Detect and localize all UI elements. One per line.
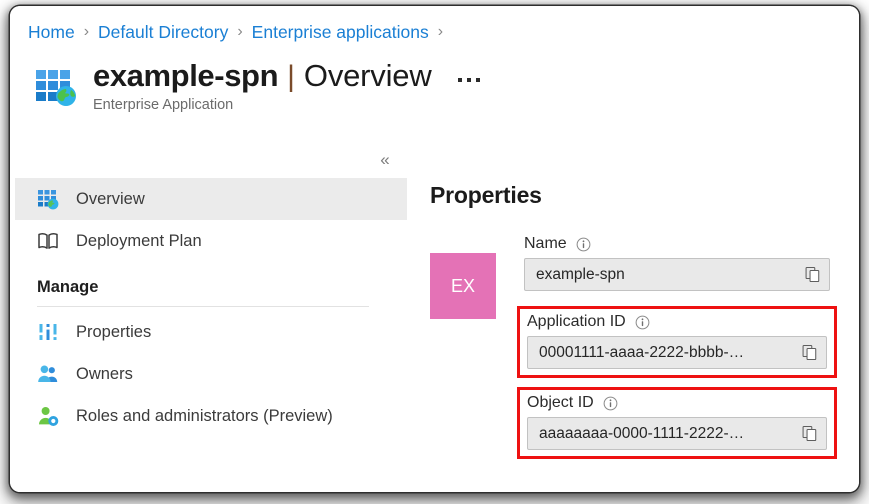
avatar: EX bbox=[430, 253, 496, 319]
application-id-input[interactable]: 00001111-aaaa-2222-bbbb-… bbox=[527, 336, 827, 369]
breadcrumb-separator: › bbox=[83, 23, 90, 40]
breadcrumb-item-home[interactable]: Home bbox=[28, 22, 75, 43]
sidebar-item-properties[interactable]: Properties bbox=[15, 311, 407, 353]
sidebar-item-label: Properties bbox=[76, 322, 152, 341]
info-icon[interactable] bbox=[635, 315, 650, 330]
breadcrumb: Home › Default Directory › Enterprise ap… bbox=[28, 18, 452, 46]
properties-fields: Name example-spn Application ID 00001111… bbox=[517, 231, 837, 468]
properties-panel: Properties EX Name example-spn Applicati… bbox=[430, 182, 850, 468]
sidebar-divider bbox=[37, 306, 369, 307]
breadcrumb-item-default-directory[interactable]: Default Directory bbox=[98, 22, 228, 43]
breadcrumb-separator: › bbox=[437, 23, 444, 40]
screenshot-root: Home › Default Directory › Enterprise ap… bbox=[0, 0, 869, 504]
application-id-value: 00001111-aaaa-2222-bbbb-… bbox=[539, 343, 745, 361]
enterprise-application-icon bbox=[36, 70, 76, 106]
book-icon bbox=[38, 233, 58, 249]
page-title-section: Overview bbox=[303, 58, 432, 93]
window-frame: Home › Default Directory › Enterprise ap… bbox=[10, 6, 859, 492]
sidebar-item-deployment-plan[interactable]: Deployment Plan bbox=[15, 220, 407, 262]
breadcrumb-separator: › bbox=[237, 23, 243, 40]
field-object-id: Object ID aaaaaaaa-0000-1111-2222-… bbox=[517, 387, 837, 459]
info-icon[interactable] bbox=[576, 237, 591, 252]
field-label-text: Object ID bbox=[527, 394, 594, 411]
sliders-icon bbox=[39, 324, 57, 340]
sidebar-item-roles-and-administrators[interactable]: Roles and administrators (Preview) bbox=[15, 395, 407, 437]
name-value: example-spn bbox=[536, 265, 625, 283]
field-label-row: Object ID bbox=[527, 394, 827, 412]
field-label-text: Name bbox=[524, 235, 567, 252]
copy-icon[interactable] bbox=[804, 266, 821, 283]
field-label-text: Application ID bbox=[527, 313, 626, 330]
more-options-button[interactable] bbox=[457, 70, 480, 82]
grid-globe-icon bbox=[38, 190, 59, 210]
name-input[interactable]: example-spn bbox=[524, 258, 830, 291]
field-label-row: Name bbox=[524, 235, 830, 253]
page-subtitle: Enterprise Application bbox=[93, 97, 234, 113]
copy-icon[interactable] bbox=[801, 344, 818, 361]
sidebar-item-overview[interactable]: Overview bbox=[15, 178, 407, 220]
panel-title: Properties bbox=[430, 182, 542, 208]
field-label-row: Application ID bbox=[527, 313, 827, 331]
page-title-app-name: example-spn bbox=[93, 58, 279, 93]
sidebar-item-label: Roles and administrators (Preview) bbox=[76, 406, 333, 425]
sidebar-item-label: Deployment Plan bbox=[76, 231, 202, 250]
object-id-input[interactable]: aaaaaaaa-0000-1111-2222-… bbox=[527, 417, 827, 450]
sidebar-section-manage: Manage bbox=[37, 278, 99, 296]
person-badge-icon bbox=[39, 407, 59, 426]
object-id-value: aaaaaaaa-0000-1111-2222-… bbox=[539, 424, 745, 442]
title-divider: | bbox=[287, 60, 295, 93]
sidebar-item-owners[interactable]: Owners bbox=[15, 353, 407, 395]
field-name: Name example-spn bbox=[517, 231, 837, 297]
sidebar-nav: Overview Deployment Plan Manage Properti… bbox=[15, 178, 407, 437]
copy-icon[interactable] bbox=[801, 425, 818, 442]
azure-portal-blade: Home › Default Directory › Enterprise ap… bbox=[10, 6, 859, 492]
sidebar-item-label: Owners bbox=[76, 364, 133, 383]
sidebar-item-label: Overview bbox=[76, 189, 145, 208]
info-icon[interactable] bbox=[603, 396, 618, 411]
people-icon bbox=[38, 365, 58, 382]
collapse-sidebar-button[interactable]: « bbox=[372, 148, 398, 172]
properties-body: EX Name example-spn Application ID 00001… bbox=[430, 231, 850, 468]
breadcrumb-item-enterprise-applications[interactable]: Enterprise applications bbox=[252, 22, 429, 43]
field-application-id: Application ID 00001111-aaaa-2222-bbbb-… bbox=[517, 306, 837, 378]
page-header: example-spn | Overview Enterprise Applic… bbox=[34, 58, 480, 113]
